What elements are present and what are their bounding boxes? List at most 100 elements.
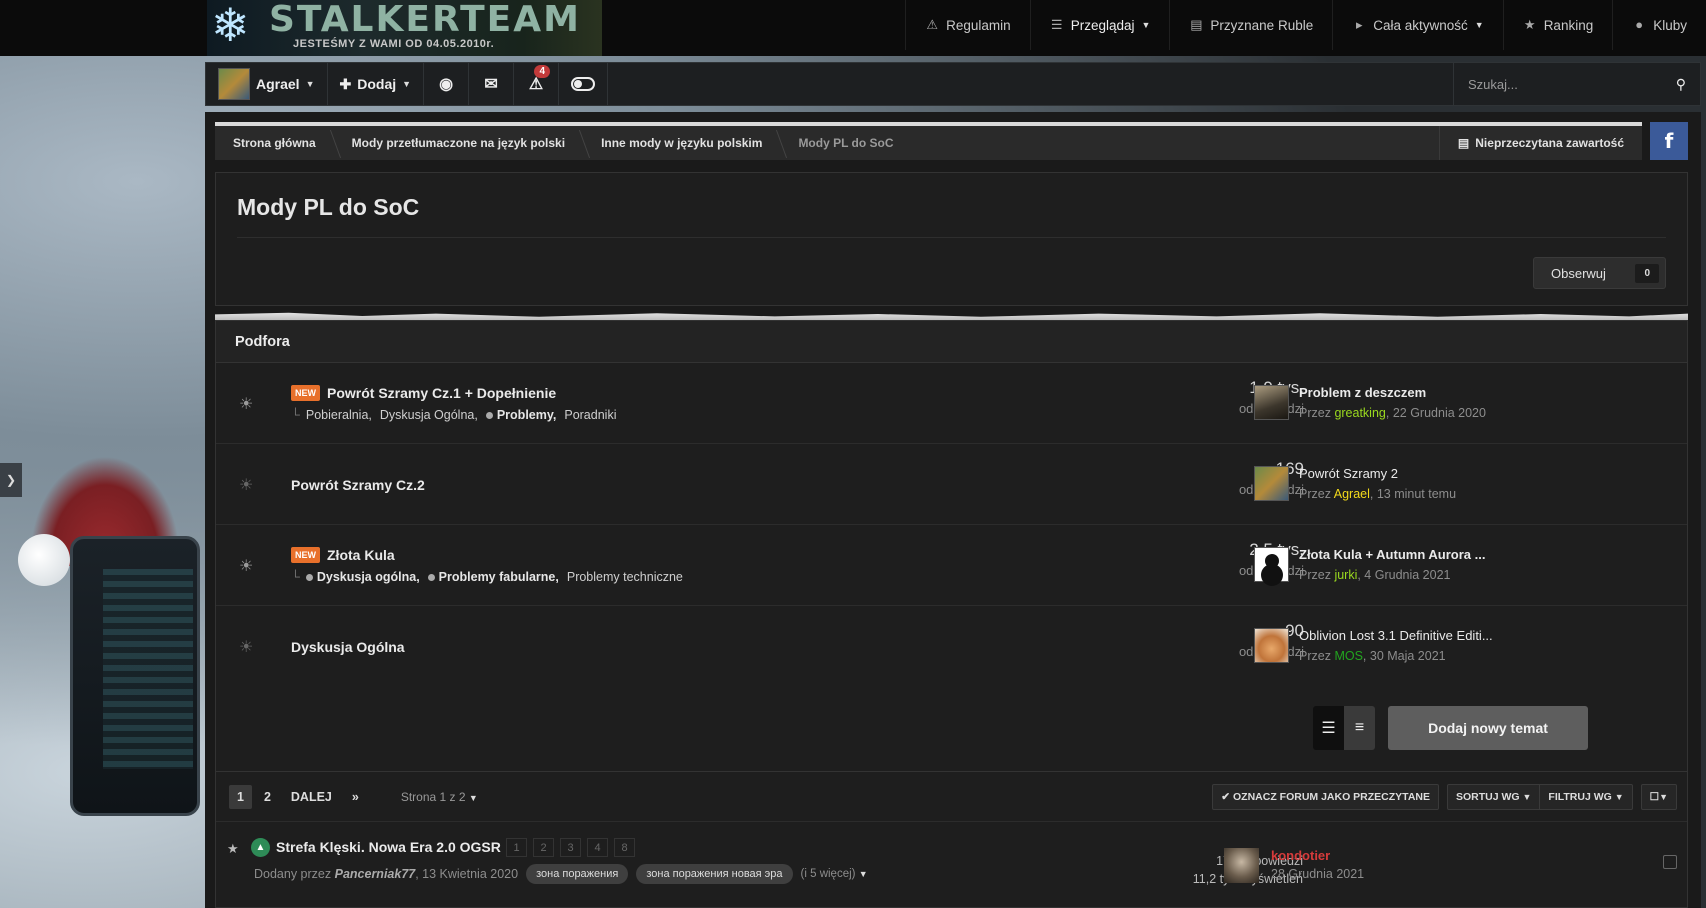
last-post-title[interactable]: Oblivion Lost 3.1 Definitive Editi... [1299,628,1493,643]
select-all-button[interactable]: ☐▼ [1640,784,1677,810]
last-post-user[interactable]: jurki [1334,568,1357,582]
child-forum-link[interactable]: Problemy techniczne [567,570,683,584]
breadcrumb-item[interactable]: Mody przetłumaczone na język polski [334,126,583,160]
follow-button[interactable]: Obserwuj 0 [1533,257,1666,289]
child-forum-label: Problemy techniczne [566,570,683,584]
user-bar: Agrael ▼ ✚ Dodaj ▼ ◉ ✉ ⚠ 4 ⚲ [205,62,1701,106]
breadcrumb-item[interactable]: Inne mody w języku polskim [583,126,780,160]
nav-przegladaj[interactable]: ☰ Przeglądaj ▼ [1029,0,1170,50]
sidebar-toggle-button[interactable]: ❯ [0,463,22,497]
chevron-right-icon: ❯ [5,473,17,487]
page-header: Mody PL do SoC Obserwuj 0 [215,172,1688,306]
topic-title[interactable]: Strefa Klęski. Nowa Era 2.0 OGSR [276,839,501,855]
notifications-button[interactable]: ⚠ 4 [514,63,560,105]
unread-content-link[interactable]: ▤ Nieprzeczytana zawartość [1438,126,1642,160]
torn-paper-divider [215,312,1688,320]
child-forum-link[interactable]: Dyskusja ogólna, [305,570,420,584]
search-input[interactable] [1468,76,1668,92]
child-forum-link[interactable]: Dyskusja Ogólna, [380,408,478,422]
subforum-title[interactable]: Dyskusja Ogólna [291,639,405,655]
topic-row: ★ ▲ Strefa Klęski. Nowa Era 2.0 OGSR 1 2… [216,822,1687,908]
last-post-meta: Przez Agrael, 13 minut temu [1299,487,1456,501]
nav-ranking[interactable]: ★ Ranking [1502,0,1613,50]
new-badge: NEW [291,547,320,563]
last-post-title[interactable]: Złota Kula + Autumn Aurora ... [1299,547,1485,562]
search-icon[interactable]: ⚲ [1676,76,1686,93]
last-post-date: , 30 Maja 2021 [1362,649,1446,663]
topic-tag[interactable]: зона поражения [526,864,629,884]
nav-cala-aktywnosc[interactable]: ▸ Cała aktywność ▼ [1332,0,1502,50]
grid-view-button[interactable]: ≡ [1344,706,1375,750]
filter-button[interactable]: FILTRUJ WG ▼ [1540,784,1633,810]
last-post-user[interactable]: greatking [1334,406,1385,420]
last-page-icon[interactable]: » [344,785,367,809]
facebook-button[interactable]: f [1650,122,1688,160]
subforum-title[interactable]: Powrót Szramy Cz.1 + Dopełnienie [327,385,556,401]
unread-dot-icon [305,573,313,581]
subforum-title[interactable]: Powrót Szramy Cz.2 [291,477,425,493]
list-view-button[interactable]: ☰ [1313,706,1344,750]
page-link[interactable]: 2 [256,785,279,809]
topic-page-link[interactable]: 8 [614,838,635,857]
last-post: Złota Kula + Autumn Aurora ... Przez jur… [1254,547,1485,582]
view-mode-toggle: ☰ ≡ [1313,706,1375,750]
caret-down-icon: ▼ [1614,792,1624,802]
child-forum-link[interactable]: Pobieralnia, [306,408,372,422]
topic-checkbox[interactable] [1663,855,1677,869]
page-link-current[interactable]: 1 [229,784,252,809]
child-forum-label: Problemy fabularne, [438,570,559,584]
new-topic-button[interactable]: Dodaj nowy temat [1388,706,1588,750]
caret-down-icon: ▼ [305,79,315,89]
child-forum-link[interactable]: Problemy, [485,408,556,422]
last-post: Problem z deszczem Przez greatking, 22 G… [1254,385,1486,420]
page-jump-dropdown[interactable]: Strona 1 z 2 ▼ [401,790,478,804]
topic-page-link[interactable]: 3 [560,838,581,857]
nav-regulamin[interactable]: ⚠ Regulamin [905,0,1030,50]
tree-branch-icon: └ [291,408,300,422]
last-post-user[interactable]: kondotier [1271,848,1330,863]
more-tags-link[interactable]: (i 5 więcej) ▼ [801,868,868,880]
site-logo[interactable]: ❄ STALKERTEAM JESTEŚMY Z WAMI OD 04.05.2… [207,0,602,56]
nav-przyznane-ruble[interactable]: ▤ Przyznane Ruble [1169,0,1332,50]
posted-date: , 13 Kwietnia 2020 [415,867,519,881]
last-post-title[interactable]: Powrót Szramy 2 [1299,466,1398,481]
last-post: Oblivion Lost 3.1 Definitive Editi... Pr… [1254,628,1493,663]
avatar[interactable] [1254,385,1289,420]
child-forum-link[interactable]: Problemy fabularne, [427,570,559,584]
add-menu-button[interactable]: ✚ Dodaj ▼ [328,63,425,105]
avatar[interactable] [1254,628,1289,663]
topic-page-link[interactable]: 2 [533,838,554,857]
topic-mini-pagination: 1 2 3 4 8 [506,838,635,857]
child-forum-label: Pobieralnia, [305,408,372,422]
forum-unread-icon[interactable]: ☀ [239,556,253,576]
sort-filter-group: SORTUJ WG ▼ FILTRUJ WG ▼ [1446,784,1633,810]
avatar[interactable] [1254,547,1289,582]
topic-page-link[interactable]: 1 [506,838,527,857]
forum-read-icon[interactable]: ☀ [239,475,253,495]
child-forum-link[interactable]: Poradniki [564,408,616,422]
avatar[interactable] [1224,848,1259,883]
topic-tag[interactable]: зона поражения новая эра [636,864,793,884]
list-icon: ☰ [1050,17,1063,32]
subforum-title[interactable]: Złota Kula [327,547,395,563]
user-menu[interactable]: Agrael ▼ [206,63,328,105]
topic-author[interactable]: Pancerniak77 [335,867,416,881]
breadcrumb-home[interactable]: Strona główna [215,126,334,160]
by-prefix: Przez [1299,487,1331,501]
avatar[interactable] [1254,466,1289,501]
sort-button[interactable]: SORTUJ WG ▼ [1446,784,1541,810]
plus-icon: ✚ [339,75,352,92]
last-post-user[interactable]: Agrael [1334,487,1370,501]
globe-button[interactable]: ◉ [424,63,470,105]
nav-kluby[interactable]: ● Kluby [1612,0,1706,50]
next-page-link[interactable]: DALEJ [283,785,340,809]
last-post-user[interactable]: MOS [1334,649,1362,663]
mark-forum-read-button[interactable]: ✔ OZNACZ FORUM JAKO PRZECZYTANE [1212,784,1439,810]
search-box: ⚲ [1453,63,1700,105]
theme-toggle[interactable] [559,63,609,105]
topic-page-link[interactable]: 4 [587,838,608,857]
forum-read-icon[interactable]: ☀ [239,637,253,657]
forum-unread-icon[interactable]: ☀ [239,394,253,414]
last-post-title[interactable]: Problem z deszczem [1299,385,1426,400]
messages-button[interactable]: ✉ [469,63,515,105]
